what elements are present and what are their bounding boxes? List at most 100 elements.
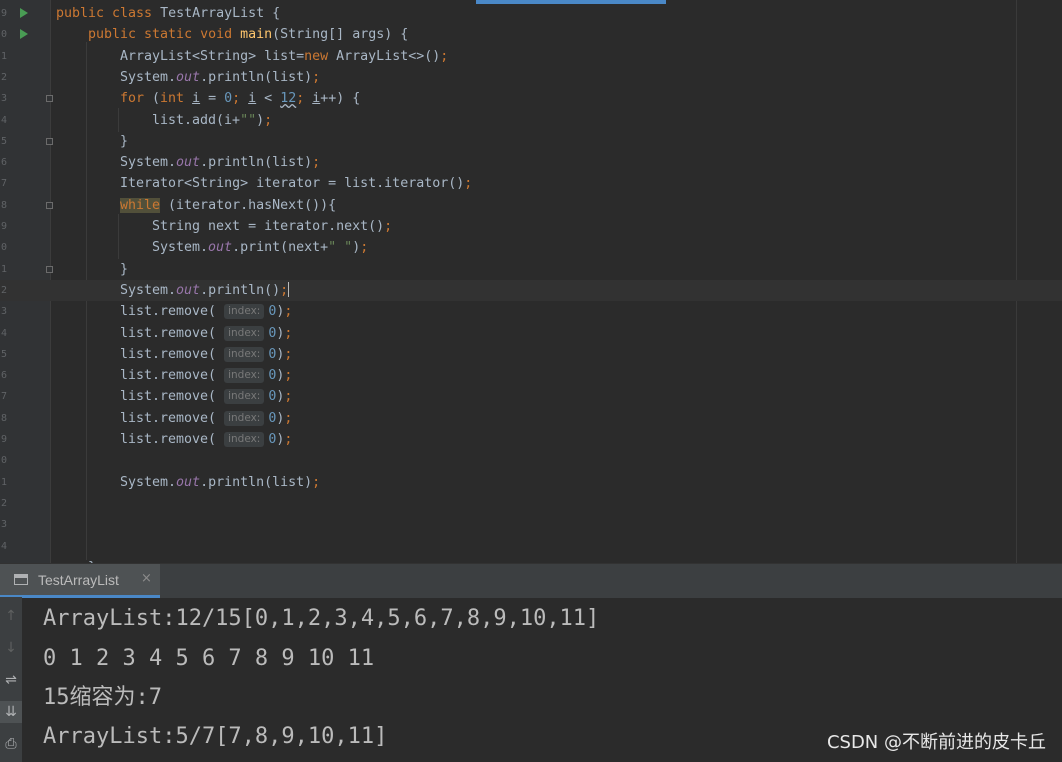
run-icon[interactable] [20, 29, 28, 40]
code-line[interactable]: 5 list.remove( index: 0); [0, 344, 1062, 365]
code-token: list.remove( [120, 325, 225, 341]
code-text: list.remove( index: 0); [120, 365, 292, 386]
code-text: while (iterator.hasNext()){ [120, 195, 336, 216]
code-token: .println() [200, 282, 281, 298]
fold-icon[interactable] [46, 265, 53, 273]
code-line[interactable]: 9 list.remove( index: 0); [0, 429, 1062, 450]
scroll-up-icon[interactable]: ↑ [0, 605, 22, 627]
code-line[interactable]: 0 System.out.print(next+" "); [0, 237, 1062, 258]
code-line[interactable]: 3 for (int i = 0; i < 12; i++) { [0, 88, 1062, 109]
code-line[interactable]: 3 list.remove( index: 0); [0, 301, 1062, 322]
scroll-to-end-icon[interactable]: ⇊ [0, 701, 22, 723]
fold-icon[interactable] [46, 95, 53, 103]
code-line[interactable]: 9 public class TestArrayList { [0, 3, 1062, 24]
line-number: 3 [1, 519, 8, 531]
code-line[interactable]: 1 System.out.println(list); [0, 472, 1062, 493]
code-line[interactable]: 2 System.out.println(list); [0, 67, 1062, 88]
code-token: TestArrayList { [160, 6, 281, 21]
soft-wrap-icon[interactable]: ⇌ [0, 669, 22, 691]
line-number: 1 [1, 50, 8, 62]
parameter-hint: index: [224, 368, 265, 384]
line-number: 3 [1, 93, 8, 105]
code-token: public static void [88, 27, 241, 43]
code-token: main [240, 27, 273, 43]
scroll-down-icon[interactable]: ↓ [0, 637, 22, 659]
console-line: 15缩容为:7 [43, 685, 162, 710]
parameter-hint: index: [224, 325, 265, 341]
code-token: ; [312, 474, 321, 490]
line-number: 3 [1, 306, 8, 318]
code-token: ( [152, 91, 161, 107]
code-token: System. [120, 155, 177, 171]
code-line[interactable]: 4 list.add(i+""); [0, 110, 1062, 131]
code-line[interactable]: 6 list.remove( index: 0); [0, 365, 1062, 386]
code-line[interactable]: 8 list.remove( index: 0); [0, 408, 1062, 429]
line-number: 0 [1, 242, 8, 254]
code-token: list.remove( [120, 410, 225, 426]
watermark: CSDN @不断前进的皮卡丘 [826, 732, 1046, 753]
line-number: 2 [1, 71, 8, 83]
code-token: out [176, 474, 201, 490]
code-text: ArrayList<String> list=new ArrayList<>()… [120, 46, 448, 67]
code-text: } [120, 131, 128, 152]
code-token: ; [280, 282, 289, 298]
parameter-hint: index: [224, 304, 265, 320]
code-token: ; [284, 368, 293, 384]
code-line[interactable]: 5} [0, 131, 1062, 152]
code-text: for (int i = 0; i < 12; i++) { [120, 88, 360, 109]
code-line[interactable]: 0 [0, 450, 1062, 471]
code-token: } [120, 261, 129, 277]
code-token: ; [284, 389, 293, 405]
code-line[interactable]: 2 System.out.println(); [0, 279, 1062, 301]
code-text: public static void main(String[] args) { [88, 24, 408, 45]
line-number: 5 [1, 348, 8, 360]
code-token: ) [352, 240, 361, 256]
code-token: ; [284, 325, 293, 341]
code-line[interactable]: 8 while (iterator.hasNext()){ [0, 195, 1062, 216]
code-token: ) [256, 112, 265, 128]
code-token: ; [296, 91, 313, 107]
run-tab[interactable]: TestArrayList × [0, 564, 160, 598]
code-token: System. [120, 474, 177, 490]
code-line[interactable]: 9 String next = iterator.next(); [0, 216, 1062, 237]
code-text: list.remove( index: 0); [120, 408, 292, 429]
fold-icon[interactable] [46, 137, 53, 145]
code-line[interactable]: 7 list.remove( index: 0); [0, 386, 1062, 407]
code-text: list.remove( index: 0); [120, 429, 292, 450]
code-line[interactable]: 4 [0, 536, 1062, 557]
run-icon[interactable] [20, 8, 28, 18]
code-token: ; [440, 48, 449, 64]
parameter-hint: index: [224, 346, 265, 362]
code-text: System.out.println(list); [120, 472, 320, 493]
code-line[interactable]: 3 [0, 514, 1062, 535]
code-token: list.remove( [120, 368, 225, 384]
code-token: System. [120, 282, 177, 298]
code-token: ; [312, 155, 321, 171]
code-token: out [208, 240, 233, 256]
code-token: list.remove( [120, 432, 225, 447]
code-line[interactable]: 0 public static void main(String[] args) … [0, 24, 1062, 45]
text-caret [288, 281, 290, 297]
line-number: 7 [1, 178, 8, 190]
line-number: 1 [1, 476, 8, 488]
code-line[interactable]: 2 [0, 493, 1062, 514]
code-text: } [120, 259, 128, 280]
code-line[interactable]: 7 Iterator<String> iterator = list.iterat… [0, 173, 1062, 194]
code-editor[interactable]: 9 public class TestArrayList {0 public sta… [0, 0, 1062, 563]
code-token: list.remove( [120, 346, 225, 362]
console-line: ArrayList:5/7[7,8,9,10,11] [43, 724, 388, 749]
code-token: ; [232, 91, 249, 107]
fold-icon[interactable] [46, 201, 53, 209]
code-line[interactable]: 6 System.out.println(list); [0, 152, 1062, 173]
code-line[interactable]: 1} [0, 259, 1062, 280]
code-token: .println(list) [200, 69, 313, 85]
print-icon[interactable]: ⎙ [0, 733, 22, 755]
code-line[interactable]: 1 ArrayList<String> list=new ArrayList<>(… [0, 46, 1062, 67]
code-token: System. [120, 69, 177, 85]
code-token: out [176, 282, 201, 298]
close-icon[interactable]: × [141, 571, 152, 586]
console-line: ArrayList:12/15[0,1,2,3,4,5,6,7,8,9,10,1… [43, 606, 600, 631]
line-number: 4 [1, 114, 8, 126]
code-line[interactable]: 4 list.remove( index: 0); [0, 323, 1062, 344]
line-number: 2 [1, 497, 8, 509]
